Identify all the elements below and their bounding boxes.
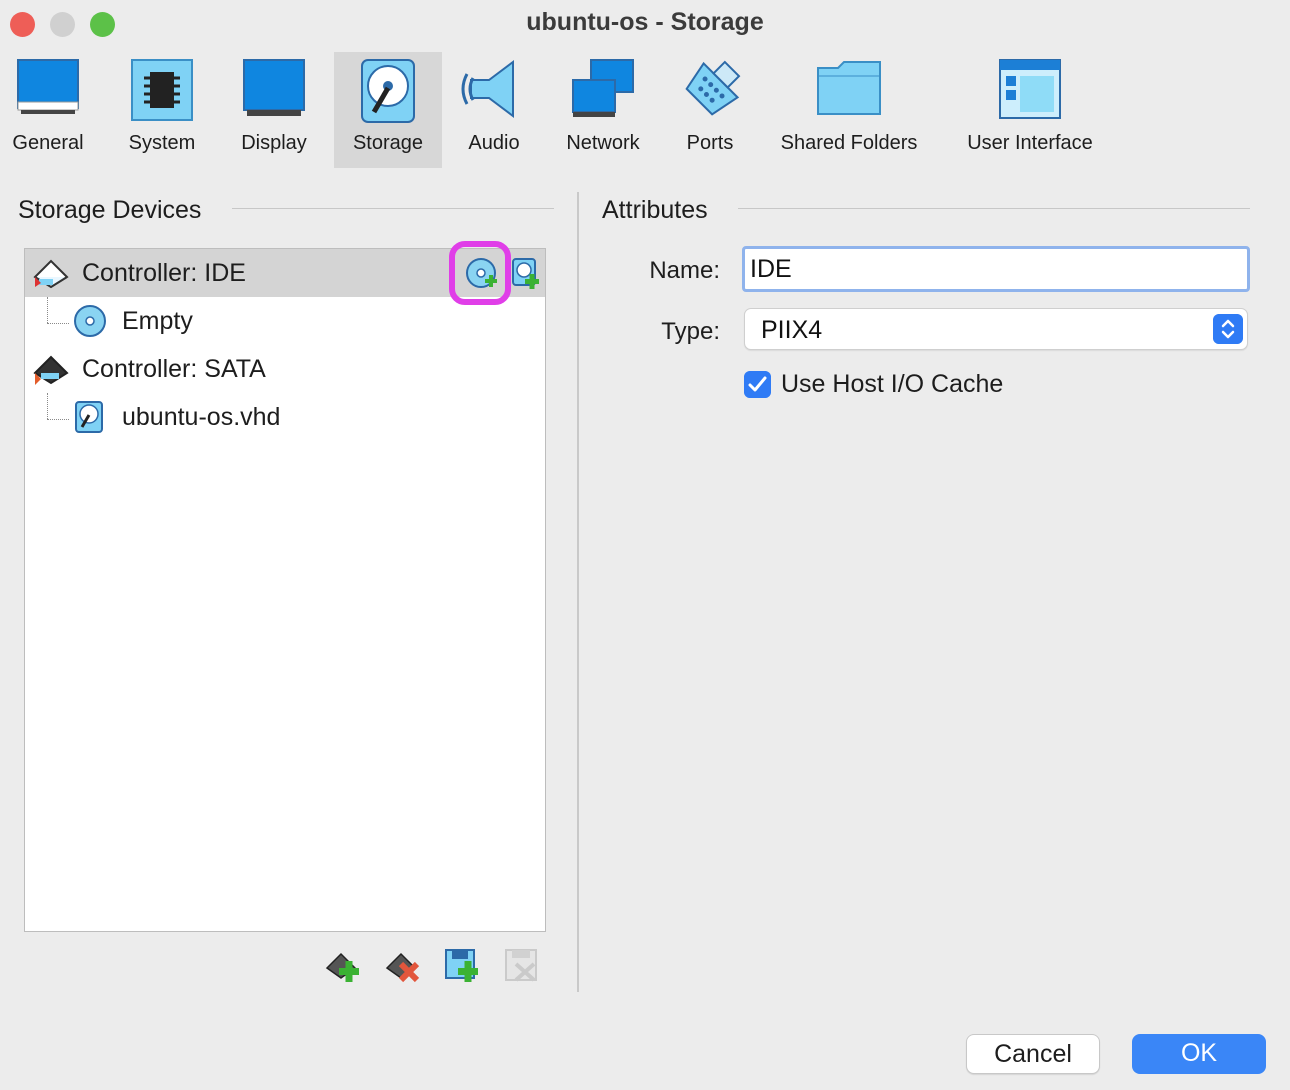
network-icon xyxy=(572,59,634,117)
remove-attachment-icon xyxy=(505,949,537,982)
speaker-icon xyxy=(461,60,514,118)
type-label: Type: xyxy=(661,318,720,345)
tree-item-label: ubuntu-os.vhd xyxy=(122,403,281,431)
window-layout-icon xyxy=(999,59,1061,119)
tab-display[interactable]: Display xyxy=(228,52,320,168)
harddisk-icon xyxy=(361,59,415,123)
tab-shared-folders[interactable]: Shared Folders xyxy=(770,52,928,168)
storage-devices-heading: Storage Devices xyxy=(18,196,202,224)
tree-item-empty-drive[interactable]: Empty xyxy=(25,297,545,345)
panel-splitter[interactable] xyxy=(577,192,579,992)
cancel-button[interactable]: Cancel xyxy=(966,1034,1100,1074)
tab-system[interactable]: System xyxy=(116,52,208,168)
tab-storage-label: Storage xyxy=(352,132,424,154)
tab-display-label: Display xyxy=(241,132,307,154)
name-field[interactable] xyxy=(742,246,1250,292)
add-hard-disk-icon[interactable] xyxy=(511,257,541,291)
display-icon xyxy=(243,59,305,116)
tab-network[interactable]: Network xyxy=(554,52,652,168)
attributes-divider xyxy=(738,208,1250,209)
add-controller-icon[interactable] xyxy=(325,948,361,984)
ok-button[interactable]: OK xyxy=(1132,1034,1266,1074)
tree-item-controller-sata[interactable]: Controller: SATA xyxy=(25,345,545,393)
tab-audio-label: Audio xyxy=(468,132,520,154)
name-label: Name: xyxy=(649,257,720,284)
hard-disk-icon xyxy=(75,401,103,433)
highlight-ring xyxy=(449,241,511,305)
type-select-value: PIIX4 xyxy=(761,316,823,344)
chip-icon xyxy=(131,59,193,121)
tab-ports[interactable]: Ports xyxy=(670,52,750,168)
remove-controller-icon[interactable] xyxy=(385,948,421,984)
controller-icon xyxy=(33,355,69,385)
tree-item-hard-disk[interactable]: ubuntu-os.vhd xyxy=(25,393,545,441)
optical-disc-icon xyxy=(74,305,106,337)
serial-port-icon xyxy=(685,60,741,116)
monitor-icon xyxy=(17,59,79,114)
folder-icon xyxy=(817,61,881,115)
tab-general-label: General xyxy=(12,132,84,154)
type-select[interactable]: PIIX4 xyxy=(744,308,1248,350)
chevron-updown-icon xyxy=(1213,314,1243,344)
tab-audio[interactable]: Audio xyxy=(454,52,534,168)
tree-item-label: Controller: IDE xyxy=(82,259,246,287)
add-attachment-icon[interactable] xyxy=(444,948,480,984)
tab-ports-label: Ports xyxy=(686,132,734,154)
tab-user-interface[interactable]: User Interface xyxy=(954,52,1106,168)
tab-network-label: Network xyxy=(566,132,640,154)
controller-icon xyxy=(33,259,69,289)
tab-general[interactable]: General xyxy=(4,52,92,168)
tab-user-interface-label: User Interface xyxy=(967,132,1093,154)
attributes-heading: Attributes xyxy=(602,196,708,224)
storage-tree[interactable]: Controller: IDE Empty Controller: SATA u… xyxy=(24,241,546,932)
storage-devices-divider xyxy=(232,208,554,209)
tree-item-label: Controller: SATA xyxy=(82,355,266,383)
window-title: ubuntu-os - Storage xyxy=(526,8,764,36)
tab-system-label: System xyxy=(128,132,196,154)
use-host-io-cache-checkbox[interactable] xyxy=(744,371,771,398)
use-host-io-cache-label: Use Host I/O Cache xyxy=(781,370,1004,398)
tab-storage[interactable]: Storage xyxy=(334,52,442,168)
tree-item-label: Empty xyxy=(122,307,193,335)
tab-shared-folders-label: Shared Folders xyxy=(780,132,918,154)
